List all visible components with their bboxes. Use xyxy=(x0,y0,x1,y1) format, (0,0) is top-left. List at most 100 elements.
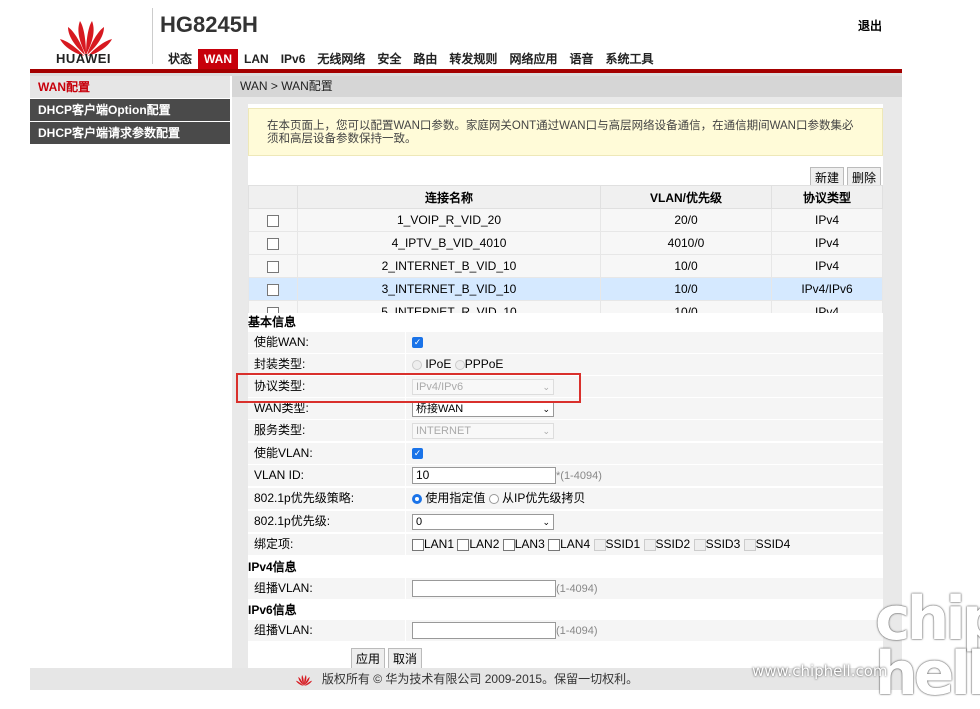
table-row[interactable]: 4_IPTV_B_VID_4010 4010/0 IPv4 xyxy=(248,231,883,255)
encap-ipoe-radio[interactable] xyxy=(412,359,422,370)
nav-apps[interactable]: 网络应用 xyxy=(503,49,563,69)
section-ipv6-info: IPv6信息 xyxy=(248,601,883,619)
prio-copy-label: 从IP优先级拷贝 xyxy=(502,491,586,505)
cancel-button[interactable]: 取消 xyxy=(388,648,423,669)
row-protocol: IPv4 xyxy=(771,231,883,255)
chiphell-watermark-logo: chiphell xyxy=(875,584,980,709)
row-prio: 802.1p优先级: 0 ⌄ xyxy=(248,511,883,533)
annotation-highlight-box xyxy=(236,373,581,403)
row-checkbox[interactable] xyxy=(267,214,279,227)
brand-name: HUAWEI xyxy=(56,51,111,66)
encap-pppoe-radio[interactable] xyxy=(454,359,465,370)
ipv6-mcast-vlan-input[interactable] xyxy=(412,622,556,640)
service-select[interactable]: INTERNET ⌄ xyxy=(412,422,554,439)
ipv4-mcast-value: (1-4094) xyxy=(406,578,883,599)
binding-ssid3-checkbox[interactable] xyxy=(693,538,706,551)
wan-connection-table: 连接名称 VLAN/优先级 协议类型 1_VOIP_R_VID_20 20/0 … xyxy=(248,185,883,324)
enable-wan-checkbox[interactable]: ✓ xyxy=(412,337,423,349)
chevron-down-icon: ⌄ xyxy=(542,516,550,527)
header-protocol: 协议类型 xyxy=(771,185,883,209)
encap-value: IPoE PPPoE xyxy=(406,354,883,375)
row-service: 服务类型: INTERNET ⌄ xyxy=(248,420,883,442)
table-row[interactable]: 2_INTERNET_B_VID_10 10/0 IPv4 xyxy=(248,254,883,278)
table-row-selected[interactable]: 3_INTERNET_B_VID_10 10/0 IPv4/IPv6 xyxy=(248,277,883,301)
enable-vlan-label: 使能VLAN: xyxy=(248,443,405,464)
prio-specified-label: 使用指定值 xyxy=(425,491,486,505)
ipv4-mcast-range: (1-4094) xyxy=(556,583,598,595)
row-ipv6-mcast: 组播VLAN: (1-4094) xyxy=(248,620,883,642)
nav-system[interactable]: 系统工具 xyxy=(599,49,659,69)
main-panel: WAN > WAN配置 在本页面上，您可以配置WAN口参数。家庭网关ONT通过W… xyxy=(232,76,902,669)
encap-pppoe-label: PPPoE xyxy=(464,357,504,371)
prio-select[interactable]: 0 ⌄ xyxy=(412,513,554,530)
nav-wan[interactable]: WAN xyxy=(198,49,239,69)
nav-voice[interactable]: 语音 xyxy=(563,49,599,69)
table-header-row: 连接名称 VLAN/优先级 协议类型 xyxy=(248,185,883,209)
sidebar-item-dhcp-request[interactable]: DHCP客户端请求参数配置 xyxy=(30,122,230,145)
binding-ssid1-checkbox[interactable] xyxy=(593,538,606,551)
prio-specified-radio[interactable] xyxy=(412,493,422,504)
row-checkbox[interactable] xyxy=(267,283,279,296)
vlan-id-input[interactable]: 10 xyxy=(412,467,556,485)
chevron-down-icon: ⌄ xyxy=(542,425,550,436)
binding-lan1-label: LAN1 xyxy=(424,537,455,551)
binding-lan2-label: LAN2 xyxy=(469,537,500,551)
row-protocol: IPv4/IPv6 xyxy=(771,277,883,301)
prio-value: 0 ⌄ xyxy=(406,511,883,532)
logout-link[interactable]: 退出 xyxy=(858,17,882,34)
row-checkbox[interactable] xyxy=(267,260,279,273)
table-row[interactable]: 1_VOIP_R_VID_20 20/0 IPv4 xyxy=(248,208,883,232)
binding-ssid3-label: SSID3 xyxy=(705,537,741,551)
sidebar-item-wan-config[interactable]: WAN配置 xyxy=(30,76,230,99)
ipv4-mcast-vlan-input[interactable] xyxy=(412,580,556,598)
row-protocol: IPv4 xyxy=(771,254,883,278)
binding-lan3-checkbox[interactable] xyxy=(502,538,515,551)
binding-lan4-label: LAN4 xyxy=(560,537,591,551)
row-vlan: 10/0 xyxy=(600,277,772,301)
wan-type-select[interactable]: 桥接WAN ⌄ xyxy=(412,400,554,417)
binding-lan2-checkbox[interactable] xyxy=(457,538,470,551)
row-prio-policy: 802.1p优先级策略: 使用指定值 从IP优先级拷贝 xyxy=(248,488,883,510)
row-select-cell xyxy=(248,231,298,255)
header-connection-name: 连接名称 xyxy=(297,185,601,209)
ipv6-mcast-label: 组播VLAN: xyxy=(248,620,405,641)
apply-button[interactable]: 应用 xyxy=(351,648,386,669)
binding-lan1-checkbox[interactable] xyxy=(412,538,424,551)
row-select-cell xyxy=(248,208,298,232)
nav-wireless[interactable]: 无线网络 xyxy=(311,49,371,69)
row-name: 1_VOIP_R_VID_20 xyxy=(297,208,601,232)
nav-status[interactable]: 状态 xyxy=(162,49,198,69)
row-binding: 绑定项: LAN1 LAN2 LAN3 LAN4 SSID1 SSID2 SSI… xyxy=(248,534,883,556)
prio-copy-radio[interactable] xyxy=(488,493,499,504)
service-select-value: INTERNET xyxy=(416,424,471,437)
enable-vlan-value: ✓ xyxy=(406,443,883,464)
row-checkbox[interactable] xyxy=(267,237,279,250)
binding-label: 绑定项: xyxy=(248,534,405,555)
main-nav: 状态 WAN LAN IPv6 无线网络 安全 路由 转发规则 网络应用 语音 … xyxy=(162,49,659,69)
nav-route[interactable]: 路由 xyxy=(407,49,443,69)
binding-lan4-checkbox[interactable] xyxy=(548,538,561,551)
sidebar-item-dhcp-option[interactable]: DHCP客户端Option配置 xyxy=(30,99,230,122)
binding-ssid1-label: SSID1 xyxy=(605,537,641,551)
binding-options: LAN1 LAN2 LAN3 LAN4 SSID1 SSID2 SSID3 SS… xyxy=(406,534,883,555)
nav-security[interactable]: 安全 xyxy=(371,49,407,69)
section-basic-info: 基本信息 xyxy=(248,313,883,331)
row-name: 2_INTERNET_B_VID_10 xyxy=(297,254,601,278)
enable-vlan-checkbox[interactable]: ✓ xyxy=(412,448,423,460)
row-vlan-id: VLAN ID: 10 *(1-4094) xyxy=(248,465,883,487)
row-vlan: 4010/0 xyxy=(600,231,772,255)
row-ipv4-mcast: 组播VLAN: (1-4094) xyxy=(248,578,883,600)
row-name: 4_IPTV_B_VID_4010 xyxy=(297,231,601,255)
enable-wan-value: ✓ xyxy=(406,332,883,353)
nav-ipv6[interactable]: IPv6 xyxy=(275,49,312,69)
vlan-id-label: VLAN ID: xyxy=(248,465,405,486)
binding-ssid2-checkbox[interactable] xyxy=(643,538,656,551)
binding-ssid4-checkbox[interactable] xyxy=(743,538,756,551)
row-protocol: IPv4 xyxy=(771,208,883,232)
binding-lan3-label: LAN3 xyxy=(514,537,545,551)
nav-forward[interactable]: 转发规则 xyxy=(443,49,503,69)
nav-lan[interactable]: LAN xyxy=(238,49,275,69)
huawei-logo-icon xyxy=(295,674,312,686)
vlan-id-value: 10 *(1-4094) xyxy=(406,465,883,486)
prio-policy-label: 802.1p优先级策略: xyxy=(248,488,405,509)
